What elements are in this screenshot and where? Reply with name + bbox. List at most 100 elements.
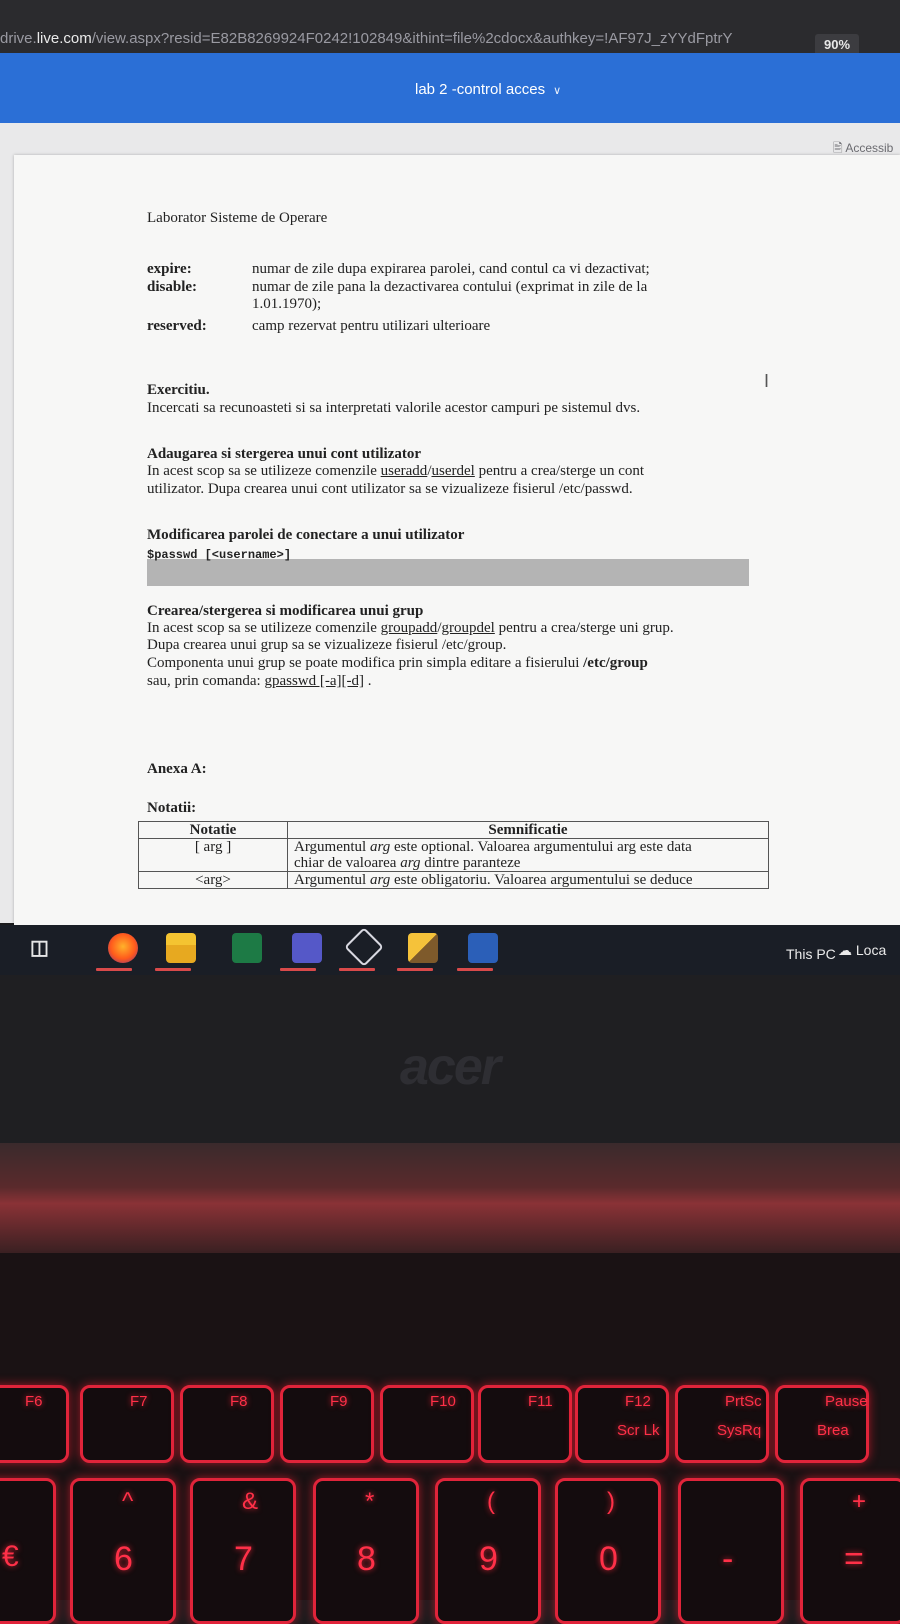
table-row: <arg> Argumentul arg este obligatoriu. V… <box>138 871 769 889</box>
this-pc-label[interactable]: This PC <box>786 946 836 962</box>
active-indicator <box>397 968 433 971</box>
euro-key-label: € <box>2 1540 19 1573</box>
fkey-f8[interactable] <box>180 1385 274 1463</box>
field-key-expire: expire: <box>147 261 192 277</box>
url-path: /view.aspx?resid=E82B8269924F0242!102849… <box>91 30 733 47</box>
text-run: In acest scop sa se utilizeze comenzile <box>147 463 381 479</box>
fkey-label: F6 <box>25 1393 43 1410</box>
code-passwd: $passwd [<username>] <box>147 548 292 562</box>
url-domain: live.com <box>36 30 92 47</box>
text-run: arg <box>369 872 391 888</box>
local-disk-label[interactable]: ☁ Loca <box>838 942 886 959</box>
url-field[interactable]: drive.live.com/view.aspx?resid=E82B82699… <box>0 30 733 47</box>
fkey-f10[interactable] <box>380 1385 474 1463</box>
text-run: este optional. Valoarea argumentului arg… <box>390 839 692 855</box>
text-run: . <box>364 673 372 689</box>
document-page: Laborator Sisteme de Operare expire: num… <box>14 155 900 925</box>
brand-logo: acer <box>400 1038 501 1096</box>
notation-table: Notatie Semnificatie [ arg ] Argumentul … <box>138 821 769 889</box>
number-key-shift-label: & <box>242 1488 259 1515</box>
document-title-button[interactable]: lab 2 -control acces ∨ <box>415 81 561 98</box>
notes-title: Notatii: <box>147 800 197 816</box>
number-key-shift-label: + <box>852 1488 867 1515</box>
field-value-reserved: camp rezervat pentru utilizari ulterioar… <box>252 318 491 334</box>
text-run: pentru a crea/sterge uni grup. <box>494 620 674 636</box>
excel-icon[interactable] <box>232 933 262 963</box>
word-header-bar: lab 2 -control acces ∨ <box>0 53 900 123</box>
fkey-label: F9 <box>330 1393 348 1410</box>
section-text-group-line2: Dupa crearea unui grup sa se vizualizeze… <box>147 637 507 653</box>
chevron-down-icon: ∨ <box>553 85 562 97</box>
fkey-sublabel: SysRq <box>717 1422 762 1439</box>
path-etc-group: /etc/group <box>583 655 648 671</box>
command-groupdel: groupdel <box>441 620 495 636</box>
fkey-label: F8 <box>230 1393 248 1410</box>
table-header-notation: Notatie <box>138 821 288 839</box>
text-run: Componenta unui grup se poate modifica p… <box>147 655 584 671</box>
field-value-disable-cont: 1.01.1970); <box>252 296 322 312</box>
accessibility-label: Accessib <box>845 141 894 155</box>
command-useradd: useradd <box>380 463 428 479</box>
active-indicator <box>280 968 316 971</box>
text-run: dintre paranteze <box>420 855 521 871</box>
table-cell-meaning: Argumentul arg este obligatoriu. Valoare… <box>287 871 769 889</box>
firefox-icon[interactable] <box>108 933 138 963</box>
word-icon[interactable] <box>468 933 498 963</box>
text-run: sau, prin comanda: <box>147 673 265 689</box>
command-groupadd: groupadd <box>380 620 438 636</box>
drive-icon: ☁ <box>838 942 852 958</box>
text-run: Argumentul <box>294 872 370 888</box>
text-run: arg <box>400 855 421 871</box>
sublime-icon[interactable] <box>408 933 438 963</box>
number-key-shift-label: ^ <box>122 1488 134 1515</box>
active-indicator <box>96 968 132 971</box>
annex-title: Anexa A: <box>147 761 207 777</box>
fkey-label: Pause <box>825 1393 868 1410</box>
field-value-expire: numar de zile dupa expirarea parolei, ca… <box>252 261 650 277</box>
laptop-hinge <box>0 1143 900 1253</box>
command-gpasswd: gpasswd [-a][-d] <box>264 673 365 689</box>
number-key-label: 7 <box>234 1540 253 1578</box>
section-title-passwd: Modificarea parolei de conectare a unui … <box>147 527 465 543</box>
fkey-f9[interactable] <box>280 1385 374 1463</box>
exercise-text: Incercati sa recunoasteti si sa interpre… <box>147 400 641 416</box>
document-title: lab 2 -control acces <box>415 81 546 98</box>
number-key-label: 8 <box>357 1540 376 1578</box>
field-value-disable: numar de zile pana la dezactivarea contu… <box>252 279 648 295</box>
page-header: Laborator Sisteme de Operare <box>147 210 328 226</box>
file-explorer-icon[interactable] <box>166 933 196 963</box>
table-header-row: Notatie Semnificatie <box>138 821 769 839</box>
table-cell-notation: [ arg ] <box>138 838 288 872</box>
number-key-label: - <box>722 1540 734 1578</box>
fkey-label: F11 <box>528 1393 553 1410</box>
exercise-title: Exercitiu. <box>147 382 210 398</box>
section-text-group-line4: sau, prin comanda: gpasswd [-a][-d] . <box>147 673 372 690</box>
3d-viewer-icon[interactable] <box>344 927 384 967</box>
browser-address-bar: drive.live.com/view.aspx?resid=E82B82699… <box>0 0 900 56</box>
section-text-group-line1: In acest scop sa se utilizeze comenzile … <box>147 620 674 637</box>
text-run: este obligatoriu. Valoarea argumentului … <box>390 872 693 888</box>
task-view-icon[interactable]: ◫ <box>30 935 49 960</box>
local-disk-text: Loca <box>855 942 887 958</box>
number-key-shift-label: ) <box>607 1488 615 1515</box>
command-userdel: userdel <box>431 463 475 479</box>
text-cursor-icon: I <box>764 371 770 391</box>
number-key-shift-label: * <box>365 1488 375 1515</box>
fkey-f7[interactable] <box>80 1385 174 1463</box>
teams-icon[interactable] <box>292 933 322 963</box>
text-run: Argumentul <box>294 839 370 855</box>
text-run: pentru a crea/sterge un cont <box>474 463 645 479</box>
section-text-user-line1: In acest scop sa se utilizeze comenzile … <box>147 463 644 480</box>
table-cell-meaning: Argumentul arg este optional. Valoarea a… <box>287 838 769 872</box>
text-run: chiar de valoarea <box>294 855 401 871</box>
url-prefix: drive. <box>0 30 37 47</box>
number-key-label: 0 <box>599 1540 618 1578</box>
active-indicator <box>457 968 493 971</box>
fkey-f11[interactable] <box>478 1385 572 1463</box>
number-key-label: 9 <box>479 1540 498 1578</box>
table-header-meaning: Semnificatie <box>287 821 769 839</box>
field-key-reserved: reserved: <box>147 318 207 334</box>
fkey-label: F12 <box>625 1393 651 1410</box>
table-cell-notation: <arg> <box>138 871 288 889</box>
accessibility-icon: 🖹 <box>833 141 843 155</box>
